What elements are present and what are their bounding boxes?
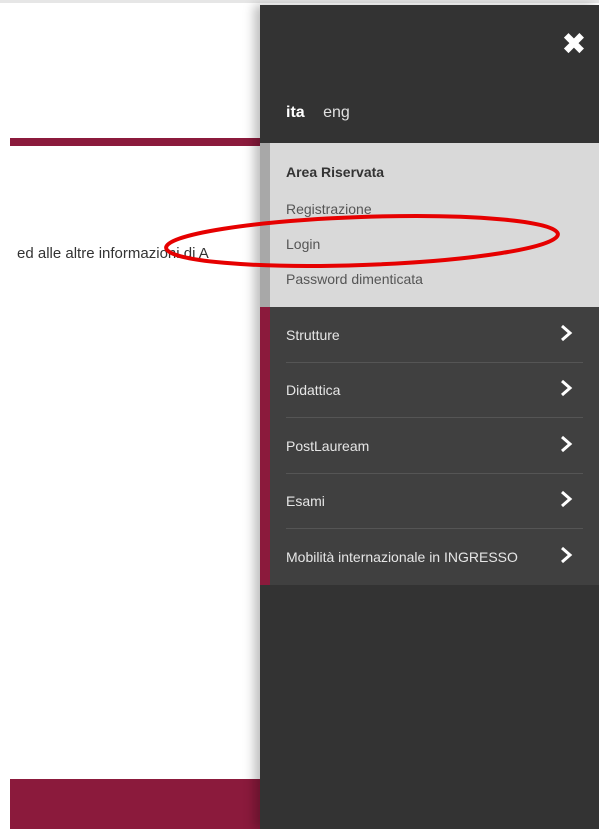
area-riservata-title: Area Riservata xyxy=(286,164,385,180)
nav-item-label: PostLauream xyxy=(286,438,370,454)
lang-ita[interactable]: ita xyxy=(286,104,305,122)
top-divider xyxy=(0,0,599,3)
header-accent-bar xyxy=(10,138,272,146)
registrazione-link[interactable]: Registrazione xyxy=(286,201,372,217)
nav-item-mobilita-internazionale[interactable]: Mobilità internazionale in INGRESSO xyxy=(286,529,583,584)
page-body-text: ed alle altre informazioni di A xyxy=(17,245,209,262)
close-icon[interactable]: ✖ xyxy=(559,30,589,60)
password-dimenticata-link[interactable]: Password dimenticata xyxy=(286,271,423,287)
chevron-right-icon xyxy=(561,379,573,397)
nav-item-label: Didattica xyxy=(286,382,341,398)
chevron-right-icon xyxy=(561,490,573,508)
chevron-right-icon xyxy=(561,546,573,564)
area-riservata-panel: Area Riservata Registrazione Login Passw… xyxy=(260,143,599,307)
chevron-right-icon xyxy=(561,324,573,342)
nav-item-label: Strutture xyxy=(286,327,340,343)
side-menu-drawer: ✖ ita eng Area Riservata Registrazione L… xyxy=(260,5,599,829)
nav-item-label: Esami xyxy=(286,493,325,509)
nav-item-strutture[interactable]: Strutture xyxy=(286,307,583,363)
language-switcher: ita eng xyxy=(286,104,364,122)
nav-item-postlauream[interactable]: PostLauream xyxy=(286,418,583,474)
chevron-right-icon xyxy=(561,435,573,453)
nav-item-label: Mobilità internazionale in INGRESSO xyxy=(286,549,518,565)
nav-item-esami[interactable]: Esami xyxy=(286,473,583,529)
footer-bar xyxy=(10,779,272,829)
nav-item-didattica[interactable]: Didattica xyxy=(286,362,583,418)
login-link[interactable]: Login xyxy=(286,236,320,252)
lang-eng[interactable]: eng xyxy=(323,104,350,122)
main-nav: Strutture Didattica PostLauream Esami Mo… xyxy=(260,307,599,585)
